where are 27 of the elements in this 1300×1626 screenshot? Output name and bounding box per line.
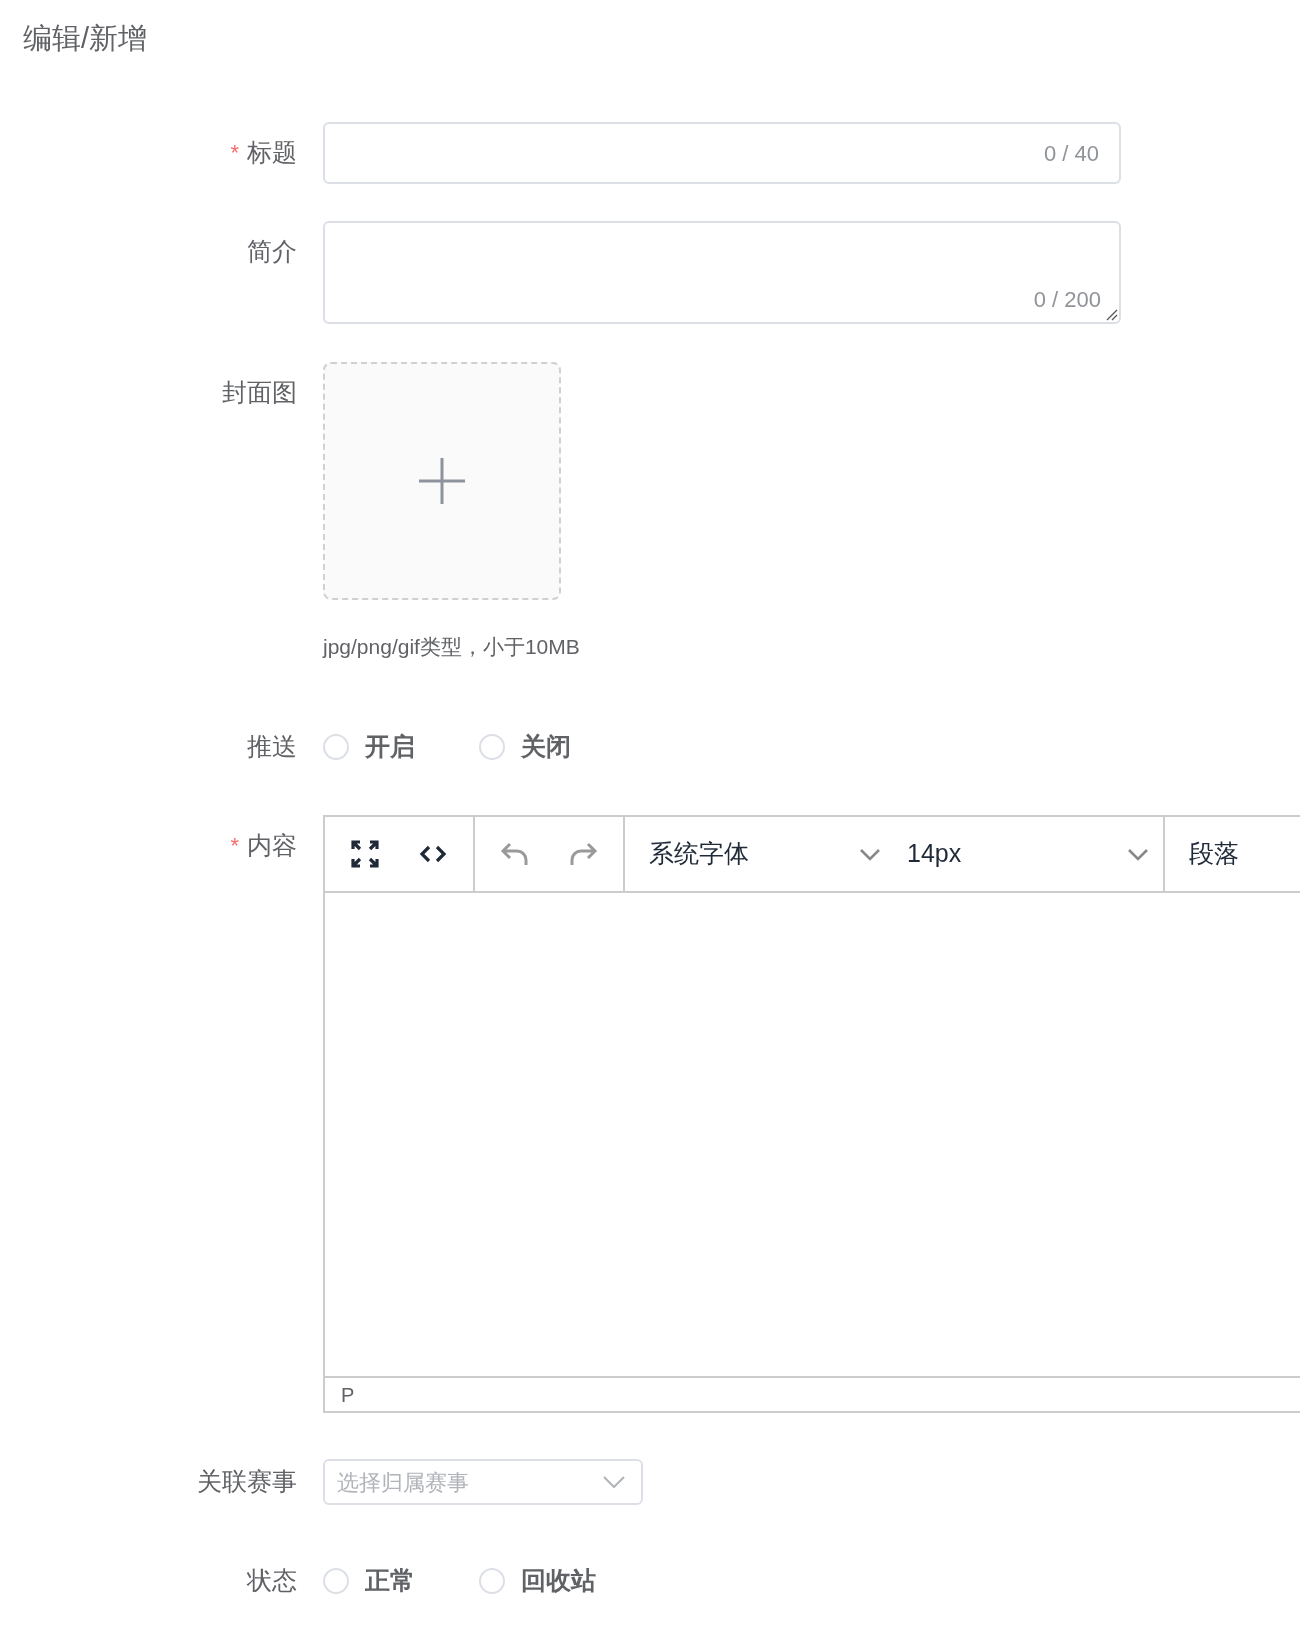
dropdown-button[interactable]: 系统字体 <box>635 829 885 879</box>
field-label: 状态 <box>247 1565 297 1597</box>
required-mark: * <box>230 143 239 163</box>
field-label: 简介 <box>247 236 297 268</box>
dropdown-button[interactable]: 14px <box>893 829 1153 879</box>
input-field[interactable]: 0 / 40 <box>323 122 1121 184</box>
fullscreen-icon <box>350 839 380 869</box>
radio-option[interactable]: 关闭 <box>479 728 571 766</box>
field-label: 推送 <box>247 731 297 763</box>
field-label: 关联赛事 <box>197 1466 297 1498</box>
field-label: 标题 <box>247 137 297 169</box>
dropdown-button[interactable]: 段落 <box>1175 829 1253 879</box>
chevron-down-icon <box>603 1476 625 1488</box>
required-mark: * <box>230 836 239 856</box>
radio-option[interactable]: 正常 <box>323 1562 415 1600</box>
radio-option[interactable]: 开启 <box>323 728 415 766</box>
text-area[interactable]: 0 / 200 <box>323 221 1121 324</box>
page-title: 编辑/新增 <box>23 21 148 56</box>
radio-option[interactable]: 回收站 <box>479 1562 596 1600</box>
hint-text: jpg/png/gif类型，小于10MB <box>323 634 580 660</box>
element-path: P <box>341 1382 355 1408</box>
chevron-down-icon <box>1127 847 1149 861</box>
resize-handle-icon[interactable] <box>1104 307 1118 321</box>
plus-icon <box>419 458 465 504</box>
field-label: 内容 <box>247 830 297 862</box>
chevron-down-icon <box>859 847 881 861</box>
field-label: 封面图 <box>222 377 297 409</box>
